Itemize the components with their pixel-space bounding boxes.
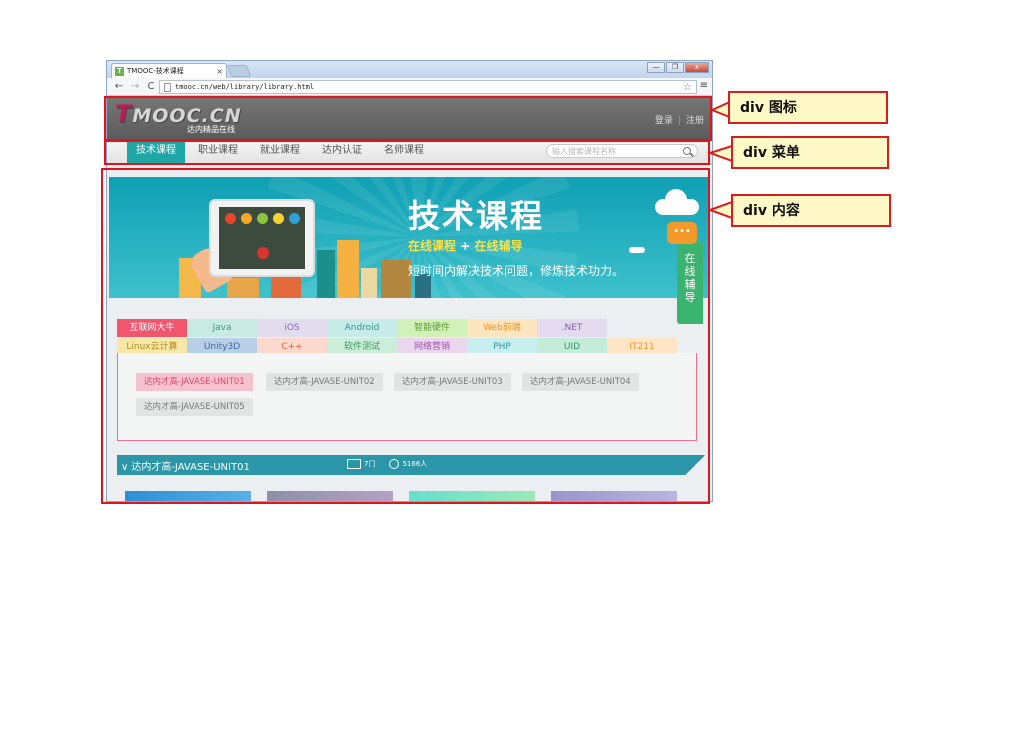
minimize-button[interactable]: —	[647, 62, 665, 73]
page-icon	[164, 82, 171, 92]
callout-logo: div 图标	[728, 91, 888, 124]
tab-title: TMOOC-技术课程	[127, 67, 184, 75]
content-region-outline	[101, 168, 710, 504]
browser-toolbar: ← → C tmooc.cn/web/library/library.html …	[107, 78, 712, 96]
menu-region-outline	[104, 140, 710, 165]
tmooc-favicon-icon: T	[115, 66, 124, 76]
tab-close-icon[interactable]: ×	[216, 67, 223, 76]
browser-tab[interactable]: T TMOOC-技术课程 ×	[111, 63, 227, 78]
reload-icon[interactable]: C	[143, 81, 159, 92]
bookmark-star-icon[interactable]: ☆	[683, 82, 692, 93]
window-controls: — ❐ x	[646, 62, 709, 73]
callout-content: div 内容	[731, 194, 891, 227]
callout-arrow	[707, 200, 733, 220]
back-icon[interactable]: ←	[111, 81, 127, 92]
url-text: tmooc.cn/web/library/library.html	[175, 83, 315, 91]
chat-bubble-icon[interactable]: •••	[667, 222, 697, 244]
forward-icon[interactable]: →	[127, 81, 143, 92]
restore-button[interactable]: ❐	[666, 62, 684, 73]
browser-titlebar: T TMOOC-技术课程 × — ❐ x	[107, 61, 712, 78]
online-tutor-tab[interactable]: 在 线 辅 导	[677, 242, 703, 324]
new-tab-button[interactable]	[226, 65, 252, 77]
logo-region-outline	[104, 96, 712, 141]
browser-menu-icon[interactable]: ≡	[700, 80, 708, 91]
callout-menu: div 菜单	[731, 136, 889, 169]
callout-arrow	[706, 144, 733, 163]
address-bar[interactable]: tmooc.cn/web/library/library.html ☆	[159, 80, 697, 94]
close-window-button[interactable]: x	[685, 62, 709, 73]
